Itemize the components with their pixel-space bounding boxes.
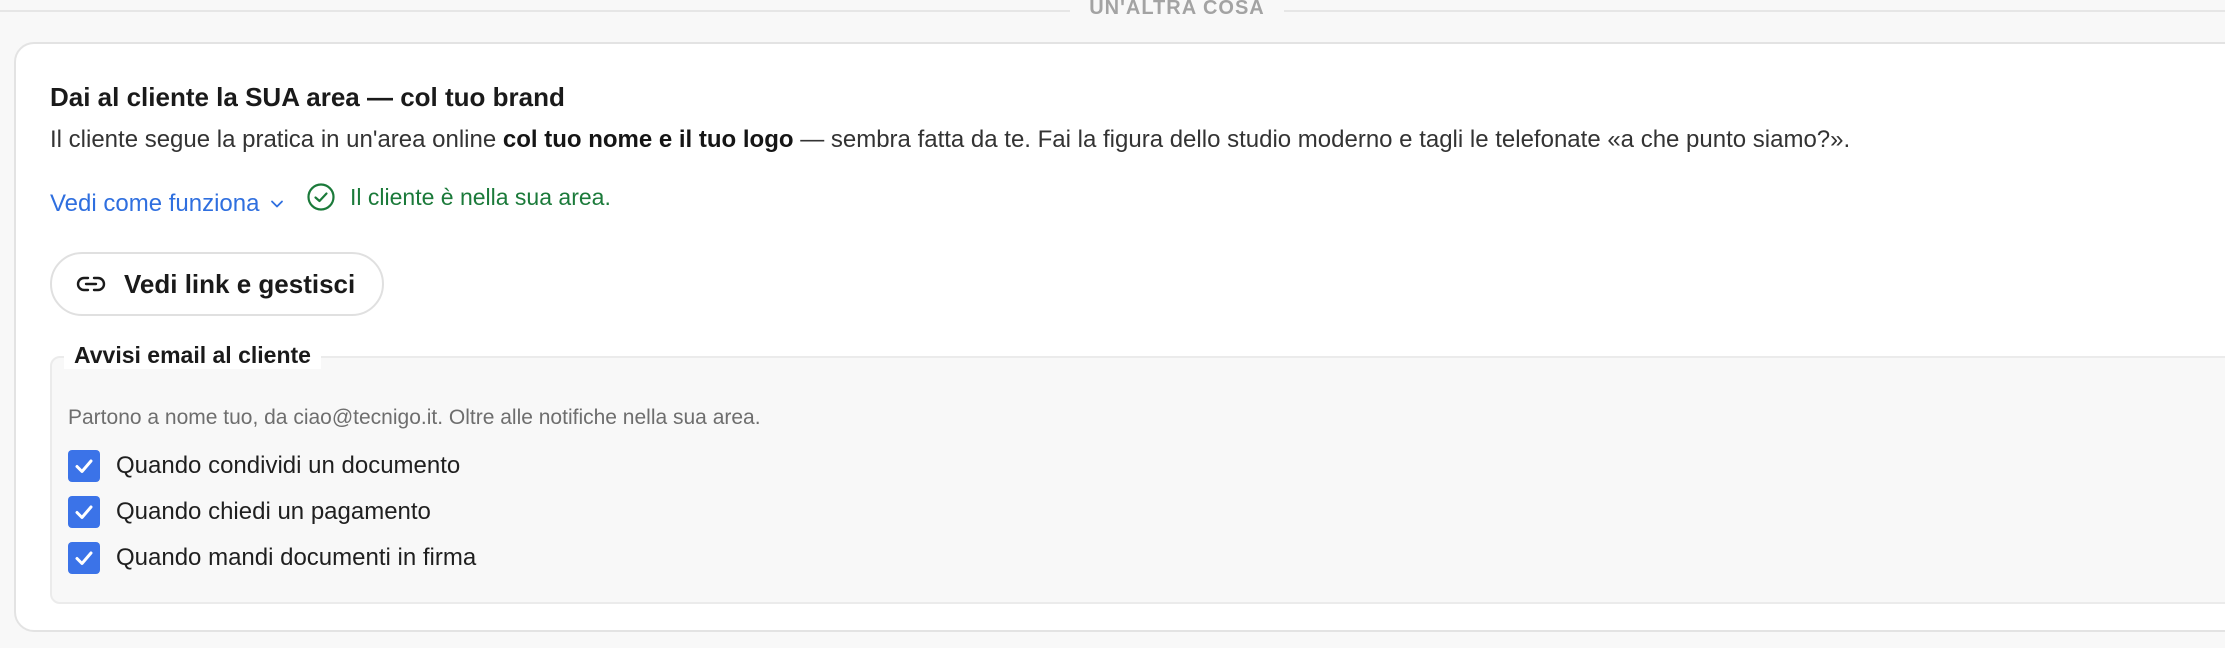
client-status: Il cliente è nella sua area. [306,182,611,212]
notify-share-document-checkbox[interactable] [68,450,100,482]
section-divider: UN'ALTRA COSA [0,0,2225,22]
divider-line-right [1284,10,2225,12]
view-link-manage-button[interactable]: Vedi link e gestisci [50,252,384,316]
section-divider-label: UN'ALTRA COSA [1089,0,1265,19]
card-description-bold: col tuo nome e il tuo logo [502,126,794,153]
email-notifications-description: Partono a nome tuo, da ciao@tecnigo.it. … [68,406,761,429]
notify-request-payment-checkbox[interactable] [68,496,100,528]
how-it-works-link[interactable]: Vedi come funziona [50,190,285,218]
email-notifications-legend: Avvisi email al cliente [64,342,321,369]
view-link-manage-label: Vedi link e gestisci [124,268,356,299]
notify-request-payment-label: Quando chiedi un pagamento [116,498,431,525]
divider-line-left [0,10,1070,12]
how-it-works-label: Vedi come funziona [50,190,260,217]
checkmark-icon [75,551,93,565]
check-circle-icon [307,183,335,211]
card-description-prefix: Il cliente segue la pratica in un'area o… [50,126,503,153]
notify-share-document-label: Quando condividi un documento [116,452,461,479]
notify-option-request-payment[interactable]: Quando chiedi un pagamento [68,496,431,528]
client-status-text: Il cliente è nella sua area. [350,183,611,210]
card-title: Dai al cliente la SUA area — col tuo bra… [50,82,565,112]
checkmark-icon [75,459,93,473]
client-area-card: Dai al cliente la SUA area — col tuo bra… [14,42,2225,632]
card-description-suffix: — sembra fatta da te. Fai la figura dell… [793,126,1851,153]
notify-send-signature-label: Quando mandi documenti in firma [116,544,477,571]
notify-option-send-signature[interactable]: Quando mandi documenti in firma [68,542,476,574]
link-icon [76,276,106,292]
notify-option-share-document[interactable]: Quando condividi un documento [68,450,460,482]
chevron-down-icon [271,200,284,208]
checkmark-icon [75,505,93,519]
notify-send-signature-checkbox[interactable] [68,542,100,574]
card-description: Il cliente segue la pratica in un'area o… [50,126,1850,154]
